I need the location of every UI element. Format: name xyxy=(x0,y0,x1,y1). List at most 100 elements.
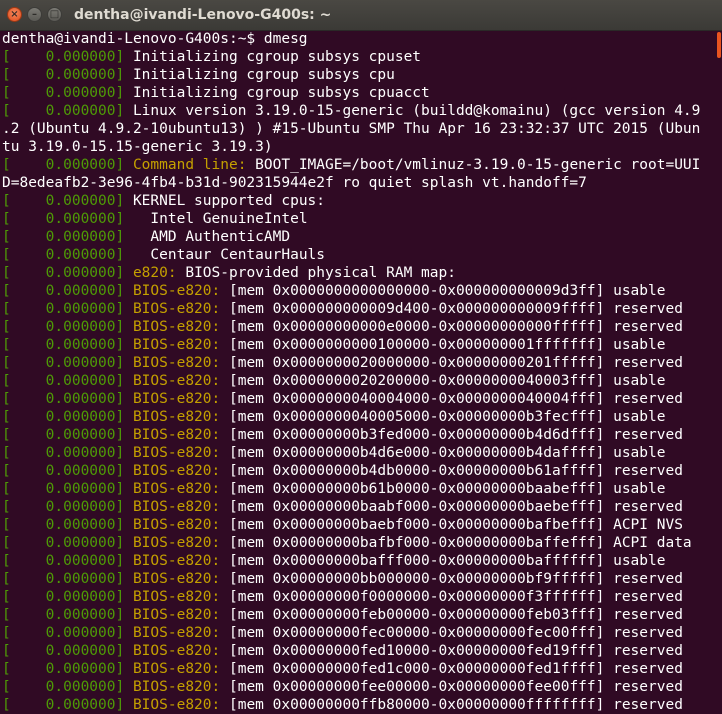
log-message: D=8edeafb2-3e96-4fb4-b31d-902315944e2f r… xyxy=(2,175,587,191)
log-timestamp: [ 0.000000] xyxy=(2,409,125,425)
log-line: [ 0.000000] BIOS-e820: [mem 0x00000000fe… xyxy=(2,624,683,642)
log-line: [ 0.000000] BIOS-e820: [mem 0x0000000020… xyxy=(2,372,665,390)
log-message: [mem 0x00000000feb00000-0x00000000feb03f… xyxy=(220,607,683,623)
log-facility: BIOS-e820: xyxy=(124,517,221,533)
log-timestamp: [ 0.000000] xyxy=(2,355,125,371)
minimize-button[interactable]: – xyxy=(27,7,42,22)
log-line: [ 0.000000] BIOS-e820: [mem 0x00000000ba… xyxy=(2,534,692,552)
log-timestamp: [ 0.000000] xyxy=(2,643,125,659)
log-facility: BIOS-e820: xyxy=(124,607,221,623)
log-message: Centaur CentaurHauls xyxy=(124,247,326,263)
log-message: [mem 0x00000000bb000000-0x00000000bf9fff… xyxy=(220,571,683,587)
log-timestamp: [ 0.000000] xyxy=(2,625,125,641)
log-line: [ 0.000000] BIOS-e820: [mem 0x00000000f0… xyxy=(2,588,683,606)
log-timestamp: [ 0.000000] xyxy=(2,697,125,713)
log-facility: BIOS-e820: xyxy=(124,643,221,659)
log-message: [mem 0x00000000b4d6e000-0x00000000b4daff… xyxy=(220,445,666,461)
log-line: [ 0.000000] BIOS-e820: [mem 0x00000000ba… xyxy=(2,516,683,534)
log-timestamp: [ 0.000000] xyxy=(2,319,125,335)
log-message: [mem 0x00000000bafbf000-0x00000000baffef… xyxy=(220,535,692,551)
log-facility: BIOS-e820: xyxy=(124,355,221,371)
log-facility: BIOS-e820: xyxy=(124,535,221,551)
log-message: [mem 0x00000000b61b0000-0x00000000baabef… xyxy=(220,481,666,497)
log-message: [mem 0x00000000b3fed000-0x00000000b4d6df… xyxy=(220,427,683,443)
log-timestamp: [ 0.000000] xyxy=(2,247,125,263)
log-timestamp: [ 0.000000] xyxy=(2,661,125,677)
log-facility: BIOS-e820: xyxy=(124,391,221,407)
log-timestamp: [ 0.000000] xyxy=(2,571,125,587)
minimize-icon: – xyxy=(32,9,37,20)
log-timestamp: [ 0.000000] xyxy=(2,535,125,551)
log-timestamp: [ 0.000000] xyxy=(2,211,125,227)
log-line: [ 0.000000] BIOS-e820: [mem 0x00000000ff… xyxy=(2,696,683,714)
log-line: tu 3.19.0-15.15-generic 3.19.3) xyxy=(2,138,273,156)
log-message: [mem 0x00000000baabf000-0x00000000baebef… xyxy=(220,499,683,515)
log-timestamp: [ 0.000000] xyxy=(2,427,125,443)
log-timestamp: [ 0.000000] xyxy=(2,373,125,389)
log-timestamp: [ 0.000000] xyxy=(2,499,125,515)
log-message: [mem 0x0000000020000000-0x00000000201fff… xyxy=(220,355,683,371)
close-icon: × xyxy=(10,9,19,20)
maximize-button[interactable]: □ xyxy=(47,7,62,22)
log-message: [mem 0x00000000000e0000-0x00000000000fff… xyxy=(220,319,683,335)
log-line: [ 0.000000] Initializing cgroup subsys c… xyxy=(2,66,395,84)
log-timestamp: [ 0.000000] xyxy=(2,337,125,353)
scrollbar-thumb[interactable] xyxy=(717,32,721,58)
log-message: tu 3.19.0-15.15-generic 3.19.3) xyxy=(2,139,273,155)
log-timestamp: [ 0.000000] xyxy=(2,103,125,119)
log-line: [ 0.000000] BIOS-e820: [mem 0x00000000ba… xyxy=(2,552,665,570)
terminal-window: × – □ dentha@ivandi-Lenovo-G400s: ~ dent… xyxy=(0,0,722,714)
log-facility: BIOS-e820: xyxy=(124,301,221,317)
log-message: [mem 0x00000000fee00000-0x00000000fee00f… xyxy=(220,679,683,695)
terminal-output[interactable]: dentha@ivandi-Lenovo-G400s:~$ dmesg [ 0.… xyxy=(0,30,722,714)
log-message: Intel GenuineIntel xyxy=(124,211,308,227)
log-facility: BIOS-e820: xyxy=(124,625,221,641)
log-message: [mem 0x00000000ffb80000-0x00000000ffffff… xyxy=(220,697,683,713)
log-message: [mem 0x00000000f0000000-0x00000000f3ffff… xyxy=(220,589,683,605)
log-timestamp: [ 0.000000] xyxy=(2,301,125,317)
log-line: [ 0.000000] e820: BIOS-provided physical… xyxy=(2,264,456,282)
log-message: [mem 0x0000000000000000-0x000000000009d3… xyxy=(220,283,666,299)
log-line: [ 0.000000] BIOS-e820: [mem 0x00000000b4… xyxy=(2,462,683,480)
close-button[interactable]: × xyxy=(7,7,22,22)
log-facility: BIOS-e820: xyxy=(124,697,221,713)
log-line: D=8edeafb2-3e96-4fb4-b31d-902315944e2f r… xyxy=(2,174,587,192)
title-bar[interactable]: × – □ dentha@ivandi-Lenovo-G400s: ~ xyxy=(0,0,722,31)
log-facility: BIOS-e820: xyxy=(124,283,221,299)
log-facility: BIOS-e820: xyxy=(124,499,221,515)
log-message: [mem 0x00000000bafff000-0x00000000baffff… xyxy=(220,553,666,569)
log-facility: BIOS-e820: xyxy=(124,373,221,389)
window-title: dentha@ivandi-Lenovo-G400s: ~ xyxy=(74,7,332,23)
log-timestamp: [ 0.000000] xyxy=(2,391,125,407)
log-line: [ 0.000000] BIOS-e820: [mem 0x00000000b4… xyxy=(2,444,665,462)
log-line: [ 0.000000] BIOS-e820: [mem 0x00000000fe… xyxy=(2,642,683,660)
log-line: [ 0.000000] BIOS-e820: [mem 0x0000000040… xyxy=(2,390,683,408)
log-message: Initializing cgroup subsys cpuacct xyxy=(124,85,430,101)
log-facility: BIOS-e820: xyxy=(124,571,221,587)
log-line: [ 0.000000] BIOS-e820: [mem 0x0000000000… xyxy=(2,336,665,354)
log-facility: BIOS-e820: xyxy=(124,409,221,425)
log-timestamp: [ 0.000000] xyxy=(2,607,125,623)
log-facility: BIOS-e820: xyxy=(124,319,221,335)
log-message: BOOT_IMAGE=/boot/vmlinuz-3.19.0-15-gener… xyxy=(246,157,701,173)
log-line: [ 0.000000] BIOS-e820: [mem 0x00000000b3… xyxy=(2,426,683,444)
log-timestamp: [ 0.000000] xyxy=(2,265,125,281)
log-timestamp: [ 0.000000] xyxy=(2,463,125,479)
log-message: Initializing cgroup subsys cpuset xyxy=(124,49,422,65)
log-line: [ 0.000000] BIOS-e820: [mem 0x00000000ba… xyxy=(2,498,683,516)
log-line: [ 0.000000] BIOS-e820: [mem 0x00000000b6… xyxy=(2,480,665,498)
log-message: Initializing cgroup subsys cpu xyxy=(124,67,395,83)
log-message: [mem 0x0000000020200000-0x0000000040003f… xyxy=(220,373,666,389)
log-message: Linux version 3.19.0-15-generic (buildd@… xyxy=(124,103,701,119)
log-timestamp: [ 0.000000] xyxy=(2,49,125,65)
log-line: [ 0.000000] BIOS-e820: [mem 0x0000000000… xyxy=(2,282,665,300)
log-line: [ 0.000000] BIOS-e820: [mem 0x00000000fe… xyxy=(2,606,683,624)
log-timestamp: [ 0.000000] xyxy=(2,85,125,101)
log-timestamp: [ 0.000000] xyxy=(2,445,125,461)
log-timestamp: [ 0.000000] xyxy=(2,157,125,173)
log-timestamp: [ 0.000000] xyxy=(2,193,125,209)
log-timestamp: [ 0.000000] xyxy=(2,553,125,569)
scrollbar[interactable] xyxy=(716,30,722,714)
log-line: .2 (Ubuntu 4.9.2-10ubuntu13) ) #15-Ubunt… xyxy=(2,120,700,138)
log-timestamp: [ 0.000000] xyxy=(2,679,125,695)
